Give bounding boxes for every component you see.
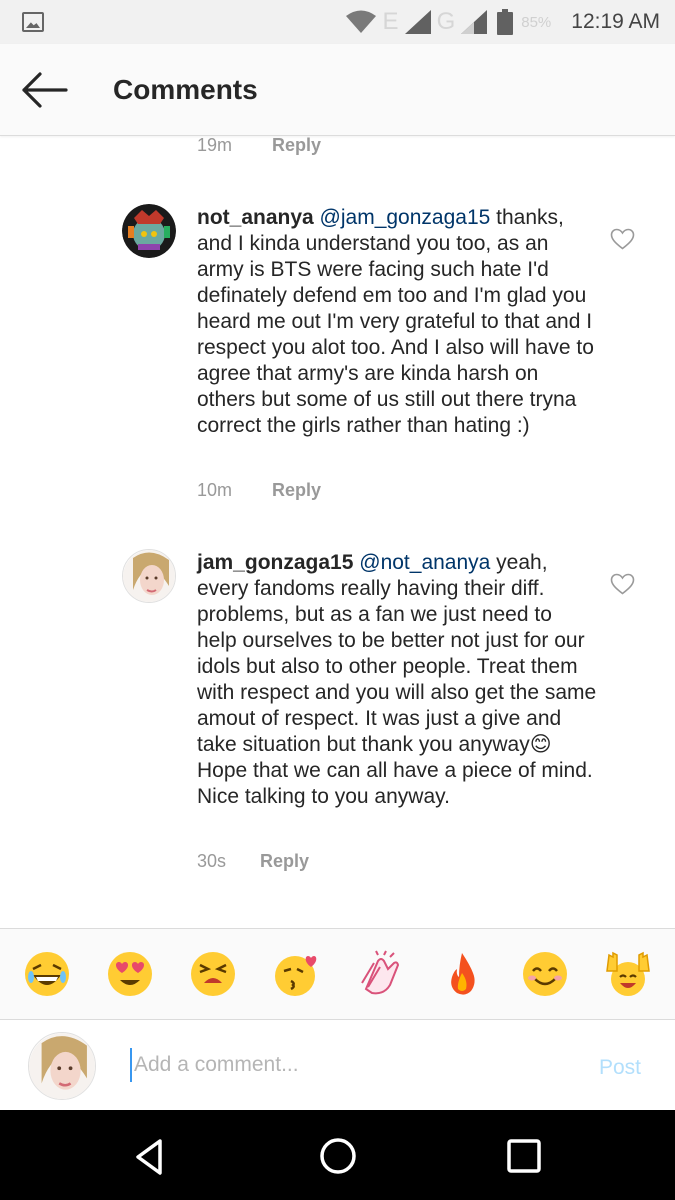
- emoji-fire-icon[interactable]: [436, 948, 488, 1000]
- nav-recents-icon[interactable]: [506, 1138, 542, 1174]
- gallery-notification-icon: [22, 12, 44, 32]
- comment-meta: 10m Reply: [197, 480, 321, 501]
- comment-time: 19m: [197, 135, 233, 155]
- network-e-label: E: [382, 8, 399, 35]
- nav-home-icon[interactable]: [318, 1136, 358, 1176]
- comment-username[interactable]: not_ananya: [197, 206, 314, 229]
- smile-emoji: 😊: [529, 733, 552, 756]
- battery-percent: 85%: [521, 13, 552, 31]
- signal-icon: [404, 10, 431, 34]
- nav-back-icon[interactable]: [130, 1137, 170, 1177]
- comment-text: Hope that we can all have a piece of min…: [197, 759, 593, 808]
- like-heart-icon[interactable]: [610, 573, 635, 595]
- header: Comments: [0, 44, 675, 136]
- avatar[interactable]: [122, 204, 176, 258]
- reply-button[interactable]: Reply: [272, 480, 321, 501]
- avatar[interactable]: [122, 549, 176, 603]
- emoji-quick-bar: [0, 928, 675, 1020]
- wifi-icon: [345, 10, 376, 33]
- comment-username[interactable]: jam_gonzaga15: [197, 551, 353, 574]
- back-arrow-icon[interactable]: [20, 70, 68, 110]
- comment-text: yeah, every fandoms really having their …: [197, 551, 597, 756]
- emoji-heart-eyes-icon[interactable]: [104, 948, 156, 1000]
- current-user-avatar: [28, 1032, 96, 1100]
- emoji-clapping-icon[interactable]: [353, 948, 405, 1000]
- emoji-smile-icon[interactable]: [519, 948, 571, 1000]
- reply-button[interactable]: Reply: [272, 135, 321, 156]
- comment-body: jam_gonzaga15 @not_ananya yeah, every fa…: [197, 550, 597, 810]
- clock: 12:19 AM: [571, 10, 660, 33]
- post-button[interactable]: Post: [599, 1056, 641, 1080]
- emoji-raising-hands-icon[interactable]: [602, 948, 654, 1000]
- battery-icon: [497, 9, 514, 35]
- comment-text: thanks, and I kinda understand you too, …: [197, 206, 594, 437]
- comment-body: not_ananya @jam_gonzaga15 thanks, and I …: [197, 205, 597, 439]
- comment-time: 30s: [197, 851, 227, 871]
- comment-mention[interactable]: @not_ananya: [359, 551, 490, 574]
- comment-meta: 30s Reply: [197, 851, 309, 872]
- network-g-label: G: [436, 8, 456, 35]
- like-heart-icon[interactable]: [610, 228, 635, 250]
- page-title: Comments: [113, 74, 258, 105]
- signal-icon: [461, 10, 488, 34]
- comment-meta: 19m Reply: [197, 135, 321, 156]
- status-bar: E G 85% 12:19 AM: [0, 0, 675, 44]
- reply-button[interactable]: Reply: [260, 851, 309, 872]
- comment-input[interactable]: [130, 1048, 570, 1082]
- comment-time: 10m: [197, 480, 233, 500]
- system-nav-bar: [0, 1110, 675, 1200]
- comment-composer: Post: [0, 1020, 675, 1110]
- emoji-kiss-icon[interactable]: [270, 948, 322, 1000]
- comment-mention[interactable]: @jam_gonzaga15: [320, 206, 491, 229]
- emoji-laughing-icon[interactable]: [21, 948, 73, 1000]
- emoji-tired-icon[interactable]: [187, 948, 239, 1000]
